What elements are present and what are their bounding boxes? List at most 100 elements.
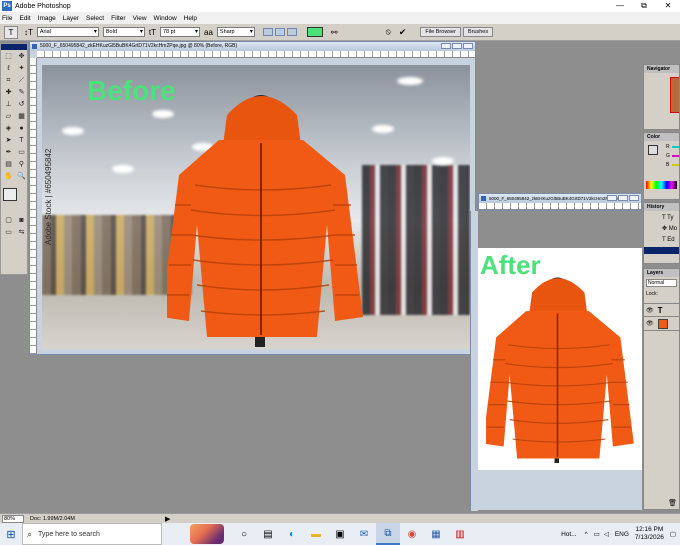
- minimize-button[interactable]: —: [608, 0, 632, 12]
- navigator-thumbnail[interactable]: [670, 77, 679, 113]
- align-left-button[interactable]: [262, 28, 273, 36]
- system-clock[interactable]: 12:16 PM 7/13/2026: [635, 526, 664, 542]
- store-icon[interactable]: ▣: [328, 523, 352, 545]
- before-maximize-button[interactable]: [452, 43, 462, 49]
- menu-help[interactable]: Help: [184, 15, 197, 22]
- history-palette[interactable]: History T Ty ✥ Mo T Ed: [643, 202, 680, 264]
- zoom-level-field[interactable]: 80%: [2, 514, 24, 523]
- font-size-select[interactable]: 78 pt: [160, 27, 200, 37]
- layer-row-image[interactable]: 👁: [644, 317, 679, 331]
- clone-stamp-icon[interactable]: ⊥: [2, 99, 15, 111]
- text-color-swatch[interactable]: [306, 27, 323, 37]
- dodge-tool-icon[interactable]: ●: [15, 123, 28, 135]
- before-image-canvas[interactable]: Before Adobe Stock | #650495842: [42, 65, 470, 349]
- move-tool-icon[interactable]: ✥: [15, 51, 28, 63]
- font-style-select[interactable]: Bold: [102, 27, 145, 37]
- menu-view[interactable]: View: [133, 15, 147, 22]
- foreground-color-swatch[interactable]: [3, 188, 17, 201]
- text-orientation-icon[interactable]: ↕T: [24, 28, 33, 37]
- pen-tool-icon[interactable]: ✒: [2, 147, 15, 159]
- after-maximize-button[interactable]: [618, 195, 628, 201]
- shape-tool-icon[interactable]: ▭: [15, 147, 28, 159]
- weather-widget-thumbnail[interactable]: [190, 524, 224, 544]
- after-minimize-button[interactable]: [607, 195, 617, 201]
- gradient-tool-icon[interactable]: ▦: [15, 111, 28, 123]
- hand-tool-icon[interactable]: ✋: [2, 171, 15, 183]
- task-manager-icon[interactable]: ▤: [256, 523, 280, 545]
- volume-icon[interactable]: ◁: [604, 530, 609, 538]
- menu-image[interactable]: Image: [38, 15, 56, 22]
- before-close-button[interactable]: [463, 43, 473, 49]
- history-item[interactable]: T Ed: [662, 235, 679, 246]
- photoshop-taskbar-icon[interactable]: ⧉: [376, 523, 400, 545]
- tray-overflow-icon[interactable]: ^: [585, 531, 588, 538]
- blur-tool-icon[interactable]: ◈: [2, 123, 15, 135]
- after-document-window[interactable]: 5000_F_650495842_zkEHKuzGl5BuBK4GrtD71V2…: [478, 193, 642, 211]
- cancel-edit-icon[interactable]: ⦸: [386, 27, 391, 37]
- after-image-canvas[interactable]: After: [478, 248, 642, 470]
- history-item[interactable]: ✥ Mo: [662, 224, 679, 235]
- crop-tool-icon[interactable]: ⌗: [2, 75, 15, 87]
- navigator-tab[interactable]: Navigator: [644, 65, 679, 73]
- anti-alias-select[interactable]: Sharp: [216, 27, 255, 37]
- history-item[interactable]: T Ty: [662, 213, 679, 224]
- standard-mode-icon[interactable]: ▢: [2, 215, 15, 227]
- navigator-palette[interactable]: Navigator: [643, 64, 680, 130]
- eyedropper-icon[interactable]: ⚲: [15, 159, 28, 171]
- lasso-tool-icon[interactable]: ℓ: [2, 63, 15, 75]
- type-tool-icon[interactable]: T: [15, 135, 28, 147]
- visibility-eye-icon[interactable]: 👁: [646, 320, 654, 327]
- notes-tool-icon[interactable]: ▤: [2, 159, 15, 171]
- font-family-select[interactable]: Arial: [36, 27, 99, 37]
- brushes-tab[interactable]: Brushes: [462, 27, 494, 37]
- blue-channel-slider[interactable]: [672, 164, 679, 166]
- path-select-icon[interactable]: ➤: [2, 135, 15, 147]
- before-text-layer[interactable]: Before: [87, 75, 176, 107]
- color-foreground-swatch[interactable]: [648, 145, 658, 155]
- blend-mode-select[interactable]: Normal: [646, 279, 677, 287]
- magic-wand-icon[interactable]: ✦: [15, 63, 28, 75]
- marquee-tool-icon[interactable]: ⬚: [2, 51, 15, 63]
- after-close-button[interactable]: [629, 195, 639, 201]
- close-button[interactable]: ✕: [656, 0, 680, 12]
- quick-mask-icon[interactable]: ◙: [15, 215, 28, 227]
- menu-window[interactable]: Window: [154, 15, 177, 22]
- slice-tool-icon[interactable]: ⟋: [15, 75, 28, 87]
- status-arrow-icon[interactable]: ▶: [165, 515, 170, 523]
- align-center-button[interactable]: [274, 28, 285, 36]
- history-tab[interactable]: History: [644, 203, 679, 211]
- trash-icon[interactable]: 🗑: [668, 499, 677, 507]
- file-browser-tab[interactable]: File Browser: [420, 27, 461, 37]
- history-brush-icon[interactable]: ↺: [15, 99, 28, 111]
- jump-to-imageready-icon[interactable]: ⇆: [15, 227, 28, 239]
- green-channel-slider[interactable]: [672, 155, 679, 157]
- brush-tool-icon[interactable]: ✎: [15, 87, 28, 99]
- color-tab[interactable]: Color: [644, 133, 679, 141]
- menu-layer[interactable]: Layer: [63, 15, 79, 22]
- layers-tab[interactable]: Layers: [644, 269, 679, 277]
- after-document-titlebar[interactable]: 5000_F_650495842_zkEHKuzGl5BuBK4GrtD71V2…: [479, 194, 641, 203]
- chrome-icon[interactable]: ◉: [400, 523, 424, 545]
- layers-palette[interactable]: Layers Normal Lock: 👁 T 👁 🗑: [643, 268, 680, 510]
- file-explorer-icon[interactable]: ▬: [304, 523, 328, 545]
- before-document-titlebar[interactable]: 5000_F_650495842_zkEHKuzGl5BuBK4GrtD71V2…: [30, 42, 475, 51]
- weather-status-text[interactable]: Hot...: [561, 531, 577, 538]
- commit-edit-icon[interactable]: ✔: [399, 27, 407, 38]
- history-selected-state[interactable]: [644, 247, 679, 254]
- mail-icon[interactable]: ✉: [352, 523, 376, 545]
- menu-edit[interactable]: Edit: [19, 15, 30, 22]
- screen-mode-icon[interactable]: ▭: [2, 227, 15, 239]
- notifications-icon[interactable]: ▢: [670, 530, 676, 538]
- visibility-eye-icon[interactable]: 👁: [646, 307, 654, 314]
- language-indicator[interactable]: ENG: [615, 531, 629, 538]
- menu-select[interactable]: Select: [86, 15, 104, 22]
- before-minimize-button[interactable]: [441, 43, 451, 49]
- pdf-app-icon[interactable]: ▥: [448, 523, 472, 545]
- edge-browser-icon[interactable]: ◐: [280, 523, 304, 545]
- type-tool-preset-button[interactable]: T: [4, 25, 18, 39]
- warp-text-icon[interactable]: ⚯: [331, 28, 338, 37]
- layer-row-before-text[interactable]: 👁 T: [644, 303, 679, 317]
- network-icon[interactable]: ▭: [594, 530, 600, 538]
- restore-button[interactable]: ⧉: [632, 0, 656, 12]
- menu-filter[interactable]: Filter: [111, 15, 125, 22]
